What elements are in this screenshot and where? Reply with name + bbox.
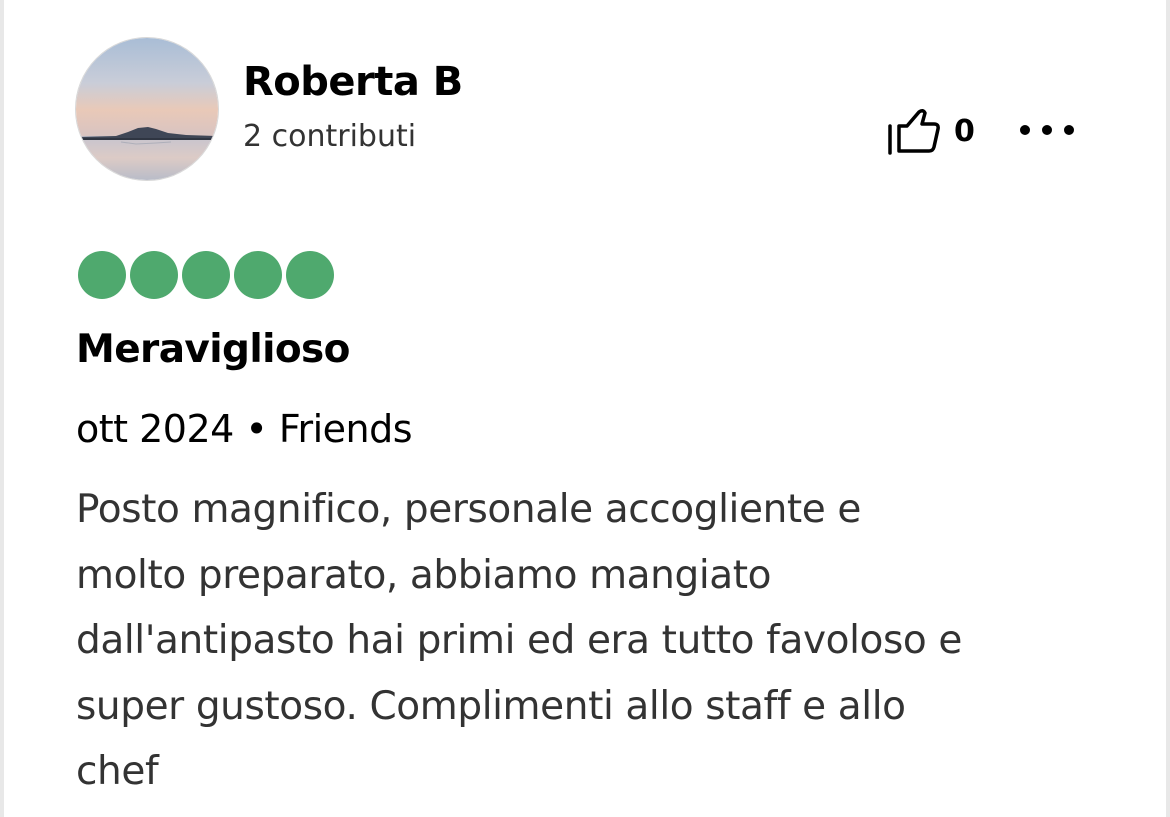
avatar[interactable] <box>75 37 219 181</box>
review-title: Meraviglioso <box>76 327 350 372</box>
more-horizontal-icon-dot <box>1064 125 1074 135</box>
rating-bubble-icon <box>130 251 178 299</box>
avatar-landscape-image <box>76 38 218 180</box>
review-body-line: chef <box>76 749 159 794</box>
rating-bubble-icon <box>78 251 126 299</box>
review-date-trip-type: ott 2024 • Friends <box>76 407 413 451</box>
review-body-line: super gustoso. Complimenti allo staff e … <box>76 683 906 729</box>
rating-bubbles <box>78 251 338 299</box>
thumbs-up-icon <box>888 108 940 155</box>
review-body-line: molto preparato, abbiamo mangiato <box>76 552 772 598</box>
review-body-line: dall'antipasto hai primi ed era tutto fa… <box>76 618 962 663</box>
review-card: Roberta B 2 contributi 0 Meraviglioso ot… <box>0 0 1170 817</box>
like-count: 0 <box>954 114 975 149</box>
review-body: Posto magnifico, personale accogliente e… <box>76 477 1116 805</box>
reviewer-name[interactable]: Roberta B <box>243 56 463 108</box>
contributions-count: 2 contributi <box>243 119 417 154</box>
rating-bubble-icon <box>286 251 334 299</box>
like-button[interactable]: 0 <box>884 106 975 158</box>
rating-bubble-icon <box>182 251 230 299</box>
rating-bubble-icon <box>234 251 282 299</box>
more-options-button[interactable] <box>1020 112 1074 148</box>
more-horizontal-icon-dot <box>1042 125 1052 135</box>
more-horizontal-icon-dot <box>1020 125 1030 135</box>
review-body-line: Posto magnifico, personale accogliente e <box>76 487 861 532</box>
